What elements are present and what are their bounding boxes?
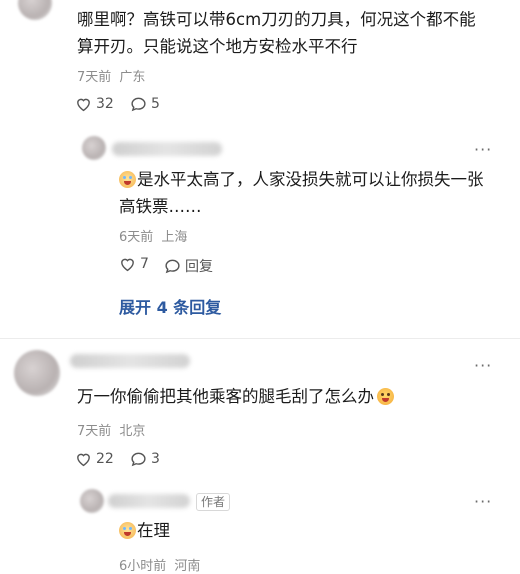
screaming-face-icon bbox=[377, 388, 394, 405]
reply-author-name[interactable] bbox=[108, 494, 190, 508]
heart-icon bbox=[77, 453, 90, 467]
divider bbox=[0, 338, 520, 339]
reply-time: 6天前 bbox=[119, 230, 154, 245]
laughing-crying-face-icon bbox=[119, 171, 136, 188]
reply-location: 上海 bbox=[161, 230, 188, 245]
heart-icon bbox=[121, 258, 134, 272]
more-options-button[interactable]: ··· bbox=[474, 492, 492, 511]
reply-text-content: 在理 bbox=[137, 521, 170, 540]
more-options-button[interactable]: ··· bbox=[474, 356, 492, 375]
reply-like-count: 7 bbox=[140, 256, 149, 272]
reply-author-name[interactable] bbox=[112, 142, 222, 156]
reply-meta: 6小时前 河南 bbox=[119, 555, 200, 574]
reply-reply-button[interactable]: 回复 bbox=[164, 256, 213, 276]
heart-icon bbox=[77, 98, 90, 112]
comment-text: 万一你偷偷把其他乘客的腿毛刮了怎么办 bbox=[77, 383, 497, 410]
comment-meta: 7天前 北京 bbox=[77, 420, 145, 439]
reply-meta: 6天前 上海 bbox=[119, 226, 187, 245]
comment-author-name[interactable] bbox=[70, 354, 190, 368]
more-options-button[interactable]: ··· bbox=[474, 140, 492, 159]
reply-count: 3 bbox=[151, 451, 160, 467]
like-button[interactable]: 32 bbox=[75, 96, 114, 112]
comment-time: 7天前 bbox=[77, 70, 112, 85]
reply-avatar[interactable] bbox=[82, 136, 106, 160]
reply-avatar[interactable] bbox=[80, 489, 104, 513]
reply-text: 是水平太高了，人家没损失就可以让你损失一张高铁票…… bbox=[119, 166, 497, 220]
comment-meta: 7天前 广东 bbox=[77, 66, 145, 85]
like-count: 22 bbox=[96, 451, 114, 467]
reply-count: 5 bbox=[151, 96, 160, 112]
author-badge: 作者 bbox=[196, 493, 231, 511]
comment-time: 7天前 bbox=[77, 424, 112, 439]
expand-replies-link[interactable]: 展开 4 条回复 bbox=[119, 294, 221, 318]
like-count: 32 bbox=[96, 96, 114, 112]
reply-button[interactable]: 3 bbox=[130, 451, 160, 467]
comment-location: 广东 bbox=[119, 70, 146, 85]
laughing-crying-face-icon bbox=[119, 522, 136, 539]
reply-text-content: 是水平太高了，人家没损失就可以让你损失一张高铁票…… bbox=[119, 170, 484, 216]
like-button[interactable]: 22 bbox=[75, 451, 114, 467]
comment-bubble-icon bbox=[131, 452, 146, 467]
reply-text: 在理 bbox=[119, 517, 170, 544]
comment-location: 北京 bbox=[119, 424, 146, 439]
avatar[interactable] bbox=[18, 0, 52, 20]
comment-text: 哪里啊？高铁可以带6cm刀刃的刀具，何况这个都不能算开刃。只能说这个地方安检水平… bbox=[77, 10, 476, 56]
comment-text-content: 万一你偷偷把其他乘客的腿毛刮了怎么办 bbox=[77, 387, 374, 406]
reply-like-button[interactable]: 7 bbox=[119, 256, 149, 272]
reply-label: 回复 bbox=[185, 259, 213, 275]
avatar[interactable] bbox=[14, 350, 60, 396]
reply-button[interactable]: 5 bbox=[130, 96, 160, 112]
comment-bubble-icon bbox=[131, 97, 146, 112]
comment-bubble-icon bbox=[165, 259, 180, 274]
